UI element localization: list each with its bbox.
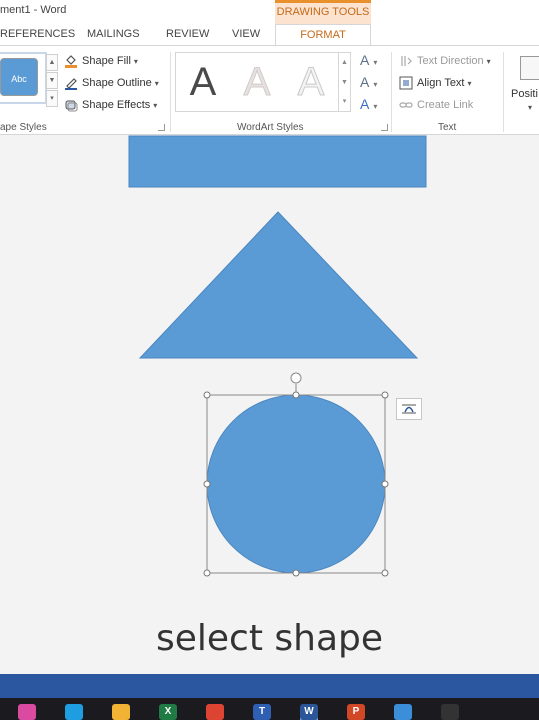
file-explorer-icon[interactable] <box>112 704 130 720</box>
shapes-layer <box>128 135 427 577</box>
video-caption: select shape <box>155 618 384 659</box>
taskbar-accent-strip <box>0 674 539 698</box>
rotation-handle-icon[interactable] <box>290 372 302 384</box>
layout-options-button[interactable] <box>396 398 422 420</box>
resize-handle-left[interactable] <box>203 480 211 488</box>
copilot-icon[interactable] <box>18 704 36 720</box>
triangle-shape[interactable] <box>138 211 419 359</box>
teams-icon[interactable]: T <box>253 704 271 720</box>
chrome-icon[interactable] <box>206 704 224 720</box>
powerpoint-icon[interactable]: P <box>347 704 365 720</box>
word-icon[interactable]: W <box>300 704 318 720</box>
circle-shape[interactable] <box>206 394 386 574</box>
resize-handle-top-left[interactable] <box>203 391 211 399</box>
layout-options-icon <box>402 404 416 414</box>
edge-icon[interactable] <box>65 704 83 720</box>
excel-icon[interactable]: X <box>159 704 177 720</box>
resize-handle-bottom-right[interactable] <box>381 569 389 577</box>
maps-icon[interactable] <box>394 704 412 720</box>
obs-icon[interactable] <box>441 704 459 720</box>
resize-handle-top-right[interactable] <box>381 391 389 399</box>
resize-handle-bottom[interactable] <box>292 569 300 577</box>
resize-handle-right[interactable] <box>381 480 389 488</box>
resize-handle-bottom-left[interactable] <box>203 569 211 577</box>
resize-handle-top[interactable] <box>292 391 300 399</box>
rectangle-shape[interactable] <box>128 135 427 188</box>
